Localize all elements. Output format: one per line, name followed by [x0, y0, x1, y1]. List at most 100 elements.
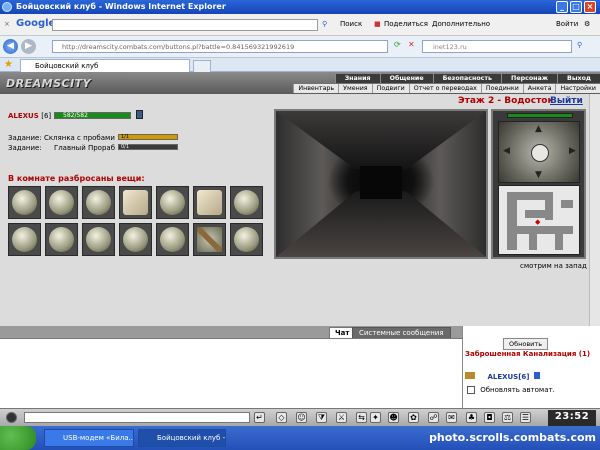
trade-icon[interactable]: ⚖: [502, 412, 513, 423]
menu-communication[interactable]: Общение: [379, 74, 433, 83]
settings-icon[interactable]: ✿: [408, 412, 419, 423]
search-box[interactable]: inet123.ru: [422, 40, 572, 53]
start-button[interactable]: [0, 426, 36, 450]
google-search-input[interactable]: [52, 19, 318, 31]
wrench-icon[interactable]: ⚙: [584, 20, 590, 28]
task-label: Задание:: [8, 144, 42, 152]
tab-system-messages[interactable]: Системные сообщения: [352, 327, 451, 338]
fighter-icon[interactable]: ⚔: [336, 412, 347, 423]
movement-compass[interactable]: ▲ ◀ ▶ ▼: [498, 121, 580, 183]
item-slot-coin[interactable]: [45, 223, 78, 256]
taskbar-item-game[interactable]: Бойцовский клуб - ...: [138, 429, 226, 447]
refresh-button[interactable]: Обновить: [503, 338, 549, 350]
item-slot-scroll[interactable]: [193, 186, 226, 219]
item-slot-coin[interactable]: [8, 223, 41, 256]
minimize-button[interactable]: _: [556, 1, 568, 13]
player-info-icon[interactable]: [533, 372, 540, 379]
submenu-profile[interactable]: Анкета: [522, 84, 556, 93]
favorites-star-icon[interactable]: ★: [4, 59, 13, 70]
scroll-icon: [123, 190, 148, 215]
new-tab-button[interactable]: [193, 60, 211, 72]
menu-exit[interactable]: Выход: [557, 74, 600, 83]
taskbar-item-modem[interactable]: USB-модем «Била...: [44, 429, 134, 447]
item-slot-ring[interactable]: [82, 186, 115, 219]
dungeon-view[interactable]: [274, 109, 488, 259]
item-slot-coin[interactable]: [156, 186, 189, 219]
corridor-depth: [360, 166, 402, 199]
submenu-fights[interactable]: Поединки: [480, 84, 523, 93]
character-level: [6]: [41, 112, 52, 120]
auto-refresh-row[interactable]: Обновлять автомат.: [467, 386, 555, 394]
maximize-button[interactable]: □: [570, 1, 582, 13]
menu-knowledge[interactable]: Знания: [334, 74, 380, 83]
filter-icon[interactable]: ⧩: [316, 412, 327, 423]
submenu-skills[interactable]: Умения: [338, 84, 372, 93]
turn-left-icon[interactable]: ◀: [503, 146, 510, 156]
arrow-down-icon[interactable]: ▼: [535, 170, 542, 180]
search-icon[interactable]: ⚲: [322, 20, 327, 28]
ring-icon: [86, 190, 111, 215]
back-button[interactable]: ◀: [3, 39, 18, 54]
close-toolbar-icon[interactable]: ×: [4, 20, 10, 28]
page-scrollbar[interactable]: [589, 94, 600, 326]
character-nick: ALEXUS: [8, 112, 39, 120]
item-slot-stick[interactable]: [193, 223, 226, 256]
more-button[interactable]: Дополнительно: [432, 20, 490, 28]
refresh-icon[interactable]: ⟳: [394, 40, 401, 49]
emoticon-icon[interactable]: [6, 412, 17, 423]
submenu-settings[interactable]: Настройки: [555, 84, 600, 93]
search-go-icon[interactable]: ⚲: [577, 41, 582, 49]
submenu-inventory[interactable]: Инвентарь: [293, 84, 339, 93]
stop-icon[interactable]: ✕: [408, 40, 415, 49]
share-button[interactable]: Поделиться: [384, 20, 428, 28]
chat-messages-area[interactable]: [0, 338, 462, 408]
url-input[interactable]: http://dreamscity.combats.com/buttons.pl…: [52, 40, 388, 53]
item-slot-coin[interactable]: [8, 186, 41, 219]
exit-link[interactable]: Выйти: [550, 96, 583, 106]
refresh-position-icon[interactable]: [531, 144, 549, 162]
forward-button[interactable]: ▶: [21, 39, 36, 54]
player-entry[interactable]: ALEXUS[6]: [465, 372, 540, 381]
character-name[interactable]: ALEXUS [6]: [8, 112, 51, 120]
item-slot-coin[interactable]: [230, 186, 263, 219]
submenu-achievements[interactable]: Подвиги: [371, 84, 409, 93]
stats-icon[interactable]: ☰: [520, 412, 531, 423]
room-title: Этаж 2 - Водосток: [458, 96, 554, 106]
item-slot-ring[interactable]: [230, 223, 263, 256]
submenu-transfer-report[interactable]: Отчет о переводах: [408, 84, 481, 93]
face-icon[interactable]: ☻: [388, 412, 399, 423]
login-button[interactable]: Войти: [556, 20, 578, 28]
menu-security[interactable]: Безопасность: [432, 74, 502, 83]
item-slot-ring[interactable]: [82, 223, 115, 256]
window-title-bar: Бойцовский клуб - Windows Internet Explo…: [0, 0, 600, 14]
close-button[interactable]: ×: [584, 1, 596, 13]
translate-icon[interactable]: ⇆: [356, 412, 367, 423]
minimap-wall: [507, 192, 517, 250]
google-search-button[interactable]: Поиск: [340, 20, 362, 28]
coin-icon: [160, 190, 185, 215]
smiles-icon[interactable]: ☺: [296, 412, 307, 423]
corridor-ceiling: [276, 111, 486, 170]
send-icon[interactable]: ↵: [254, 412, 265, 423]
item-slot-ring[interactable]: [156, 223, 189, 256]
mail-icon[interactable]: ✉: [446, 412, 457, 423]
chat-input[interactable]: [24, 412, 250, 423]
info-icon[interactable]: [136, 110, 143, 119]
turn-right-icon[interactable]: ▶: [569, 146, 576, 156]
users-icon[interactable]: ♣: [466, 412, 477, 423]
tab-current[interactable]: Бойцовский клуб: [20, 59, 190, 72]
minimap-wall: [517, 226, 573, 234]
navigation-panel: ▲ ◀ ▶ ▼ ◆: [491, 109, 586, 259]
auto-refresh-checkbox[interactable]: [467, 386, 475, 394]
item-slot-coin[interactable]: [45, 186, 78, 219]
arrow-up-icon[interactable]: ▲: [535, 124, 542, 134]
silence-icon[interactable]: ✦: [370, 412, 381, 423]
eraser-icon[interactable]: ◇: [276, 412, 287, 423]
item-slot-coin[interactable]: [119, 223, 152, 256]
menu-character[interactable]: Персонаж: [501, 74, 558, 83]
task-progress-bar: 1/1: [118, 134, 178, 140]
runner-icon[interactable]: ☍: [428, 412, 439, 423]
game-logo: DREAMSCITY: [6, 77, 92, 90]
item-slot-scroll[interactable]: [119, 186, 152, 219]
door-icon[interactable]: ◘: [484, 412, 495, 423]
